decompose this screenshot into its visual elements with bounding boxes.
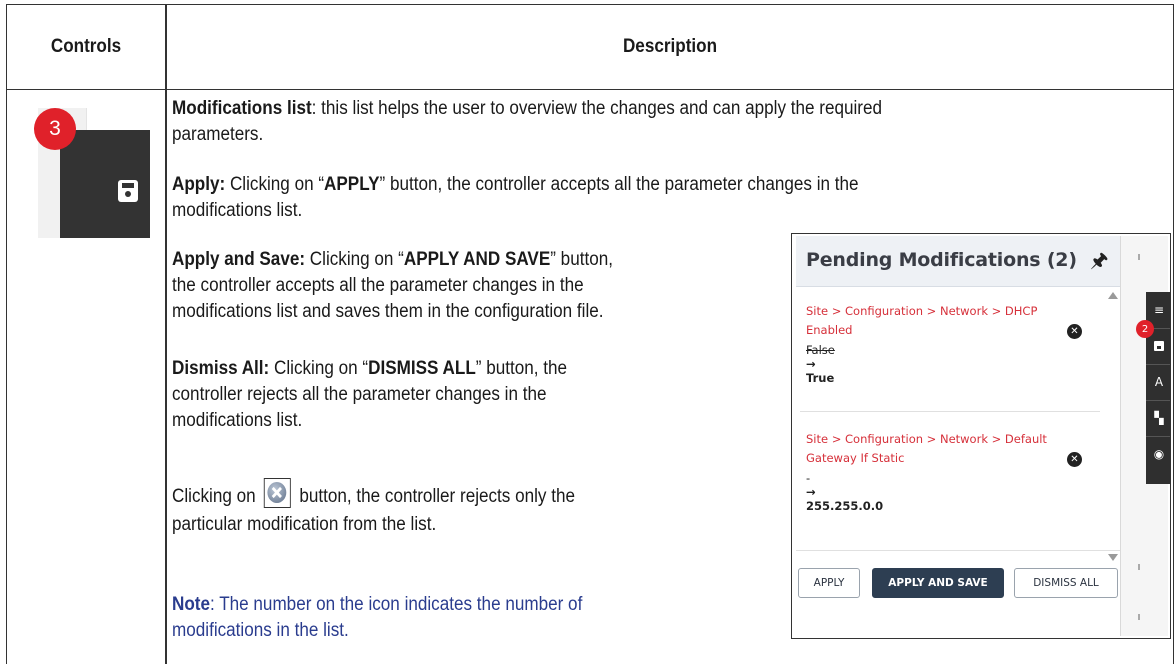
- apply-paragraph: Apply: Clicking on “APPLY” button, the c…: [172, 172, 859, 224]
- dismiss-all-paragraph: Dismiss All: Clicking on “DISMISS ALL” b…: [172, 356, 567, 434]
- old-value: False: [806, 343, 835, 357]
- modifications-list-paragraph: Modifications list: this list helps the …: [172, 96, 882, 148]
- paragraph-text: button, the controller rejects only the: [299, 486, 576, 508]
- side-toolbar: ≡ A ▚ ◉ 2: [1136, 292, 1170, 484]
- arrow-icon: →: [806, 357, 816, 371]
- side-save-badge: 2: [1136, 320, 1154, 338]
- paragraph-text: ” button, the: [475, 358, 568, 379]
- paragraph-text: modifications list and saves them in the…: [172, 301, 604, 322]
- paragraph-text: particular modification from the list.: [172, 514, 437, 535]
- footer-separator: [796, 550, 1120, 551]
- column-divider: [165, 5, 167, 664]
- dismiss-modification-icon[interactable]: ✕: [1067, 452, 1082, 467]
- button-reference: DISMISS ALL: [368, 358, 476, 379]
- scroll-up-arrow[interactable]: [1108, 292, 1118, 299]
- note-paragraph: Note: The number on the icon indicates t…: [172, 592, 582, 644]
- pending-modifications-panel: Pending Modifications (2) 🖈 Site > Confi…: [791, 233, 1171, 639]
- modification-path: Gateway If Static: [806, 451, 905, 465]
- dismiss-all-button[interactable]: DISMISS ALL: [1014, 568, 1118, 598]
- backdrop-tick: [1138, 254, 1140, 260]
- term-apply: Apply:: [172, 174, 226, 195]
- scroll-down-arrow[interactable]: [1108, 554, 1118, 561]
- old-value: -: [806, 471, 811, 485]
- pin-icon[interactable]: 🖈: [1090, 246, 1109, 280]
- new-value: True: [806, 371, 835, 385]
- term-modifications-list: Modifications list: [172, 98, 312, 119]
- backdrop-tick: [1138, 614, 1140, 620]
- dashboard-icon[interactable]: ▚: [1146, 400, 1170, 437]
- term-apply-and-save: Apply and Save:: [172, 249, 306, 270]
- term-dismiss-all: Dismiss All:: [172, 358, 270, 379]
- modification-path: Site > Configuration > Network > DHCP: [806, 304, 1038, 318]
- modification-path: Enabled: [806, 323, 853, 337]
- modification-count-badge: 3: [34, 108, 76, 150]
- backdrop-tick: [1138, 564, 1140, 570]
- dismiss-modification-icon[interactable]: ✕: [1067, 324, 1082, 339]
- paragraph-text: the controller accepts all the parameter…: [172, 275, 584, 296]
- apply-and-save-button[interactable]: APPLY AND SAVE: [872, 568, 1004, 598]
- save-control-thumbnail: 3: [30, 108, 156, 240]
- paragraph-text: Clicking on “: [225, 174, 325, 195]
- save-control-button[interactable]: [60, 130, 150, 238]
- paragraph-text: ” button, the controller accepts all the…: [379, 174, 859, 195]
- eye-icon[interactable]: ◉: [1146, 436, 1170, 472]
- paragraph-text: Clicking on “: [305, 249, 404, 270]
- modification-path: Site > Configuration > Network > Default: [806, 432, 1047, 446]
- button-reference: APPLY AND SAVE: [403, 249, 551, 270]
- modification-item: Site > Configuration > Network > DHCP En…: [806, 302, 1096, 386]
- paragraph-text: modifications in the list.: [172, 620, 349, 641]
- save-icon: [118, 180, 138, 202]
- button-reference: APPLY: [324, 174, 380, 195]
- dismiss-single-paragraph: Clicking on button, the controller rejec…: [172, 478, 576, 538]
- modification-item: Site > Configuration > Network > Default…: [806, 430, 1096, 514]
- panel-title: Pending Modifications (2): [806, 249, 1077, 271]
- header-controls: Controls: [50, 36, 122, 57]
- paragraph-text: controller rejects all the parameter cha…: [172, 384, 547, 405]
- dismiss-single-icon: [263, 478, 291, 508]
- paragraph-text: parameters.: [172, 124, 264, 145]
- new-value: 255.255.0.0: [806, 499, 884, 513]
- modification-separator: [800, 411, 1100, 412]
- apply-button[interactable]: APPLY: [798, 568, 860, 598]
- paragraph-text: : this list helps the user to overview t…: [311, 98, 883, 119]
- spellcheck-icon[interactable]: A: [1146, 364, 1170, 401]
- panel-header: Pending Modifications (2) 🖈: [796, 236, 1120, 287]
- paragraph-text: modifications list.: [172, 200, 303, 221]
- paragraph-text: ” button,: [550, 249, 613, 270]
- paragraph-text: : The number on the icon indicates the n…: [210, 594, 583, 615]
- apply-and-save-paragraph: Apply and Save: Clicking on “APPLY AND S…: [172, 247, 613, 325]
- arrow-icon: →: [806, 485, 816, 499]
- header-description: Description: [622, 36, 718, 57]
- panel-content: Pending Modifications (2) 🖈 Site > Confi…: [796, 236, 1121, 636]
- paragraph-text: Clicking on: [172, 486, 256, 508]
- term-note: Note: [172, 594, 211, 615]
- paragraph-text: modifications list.: [172, 410, 303, 431]
- paragraph-text: Clicking on “: [269, 358, 369, 379]
